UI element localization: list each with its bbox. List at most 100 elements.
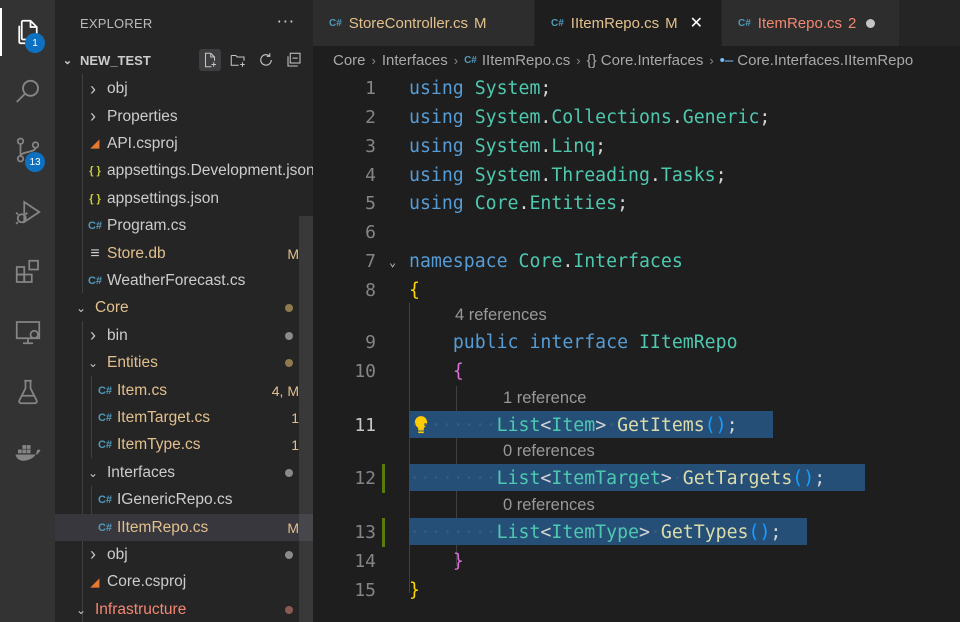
- code-text: {: [452, 361, 464, 382]
- tree-item[interactable]: ⌄ Core: [55, 295, 313, 322]
- csharp-file-icon: C#: [87, 274, 103, 287]
- chevron-down-icon: ⌄: [75, 301, 87, 316]
- code-text: using System.Linq;: [409, 136, 607, 157]
- code-text: ········List<ItemTarget>·GetTargets();: [409, 468, 826, 489]
- breadcrumb-item[interactable]: Interfaces: [382, 52, 448, 69]
- docker-button[interactable]: [0, 426, 55, 478]
- tab-label: ItemRepo.cs: [757, 14, 842, 32]
- explorer-badge: 1: [25, 33, 45, 53]
- remote-explorer-button[interactable]: [0, 306, 55, 358]
- line-number: 2: [365, 107, 376, 128]
- explorer-sidebar: EXPLORER ··· ⌄ NEW_TEST › obj › Properties ◢…: [55, 0, 313, 622]
- breadcrumb-item[interactable]: IItemRepo.cs: [482, 52, 570, 69]
- line-number: 15: [354, 580, 376, 601]
- tree-item[interactable]: C# IGenericRepo.cs: [55, 487, 313, 514]
- tree-item-label: Store.db: [107, 244, 166, 262]
- chevron-down-icon: ⌄: [62, 54, 73, 67]
- tree-item[interactable]: › Properties: [55, 103, 313, 130]
- tab-storecontroller[interactable]: C# StoreController.cs M: [313, 0, 535, 46]
- code-line: 14 }: [313, 547, 960, 576]
- tree-item[interactable]: { } appsettings.json: [55, 185, 313, 212]
- interface-icon: •–: [719, 51, 734, 69]
- tree-item[interactable]: › obj: [55, 541, 313, 568]
- tab-itemrepo[interactable]: C# ItemRepo.cs 2: [722, 0, 900, 46]
- codelens-references[interactable]: 0 references: [503, 442, 595, 461]
- code-line: 13 ········List<ItemType>·GetTypes();: [313, 518, 960, 547]
- tree-item[interactable]: C# Program.cs: [55, 213, 313, 240]
- tree-item-label: Entities: [107, 354, 158, 372]
- tree-item-label: IItemRepo.cs: [117, 518, 209, 536]
- git-status-dot: [285, 468, 293, 477]
- tree-item[interactable]: C# IItemRepo.cs M: [55, 513, 313, 542]
- fold-chevron-icon[interactable]: ⌄: [389, 255, 396, 269]
- sidebar-scrollbar[interactable]: [299, 216, 313, 622]
- chevron-down-icon: ⌄: [75, 602, 87, 617]
- tree-item-label: ItemType.cs: [117, 436, 201, 454]
- breadcrumb-item[interactable]: Core.Interfaces.IItemRepo: [737, 52, 913, 69]
- code-text: namespace Core.Interfaces: [409, 251, 683, 272]
- csharp-file-icon: C#: [97, 494, 113, 507]
- tree-item[interactable]: C# ItemTarget.cs 1: [55, 404, 313, 431]
- json-file-icon: { }: [89, 165, 101, 178]
- code-editor[interactable]: 1 using System; 2 using System.Collectio…: [313, 74, 960, 622]
- tab-status: 2: [848, 14, 857, 32]
- tree-item[interactable]: { } appsettings.Development.json: [55, 158, 313, 185]
- tree-item[interactable]: ⌄ Entities: [55, 350, 313, 377]
- csharp-file-icon: C#: [97, 439, 113, 452]
- tree-item-label: Item.cs: [117, 381, 167, 399]
- search-button[interactable]: [0, 66, 55, 118]
- csharp-icon: C#: [551, 17, 564, 29]
- code-line: 12 ········List<ItemTarget>·GetTargets()…: [313, 464, 960, 493]
- code-line: 9 public interface IItemRepo: [313, 328, 960, 357]
- tree-item-label: obj: [107, 80, 128, 98]
- tree-item[interactable]: › obj: [55, 76, 313, 103]
- codelens-references[interactable]: 1 reference: [503, 389, 586, 408]
- tab-iitemrepo[interactable]: C# IItemRepo.cs M ✕: [535, 0, 722, 46]
- unsaved-dot-icon[interactable]: [866, 18, 876, 28]
- run-debug-button[interactable]: [0, 186, 55, 238]
- close-icon[interactable]: ✕: [690, 13, 703, 33]
- tree-item[interactable]: ◢ Core.csproj: [55, 569, 313, 596]
- tree-item-label: Core: [95, 299, 129, 317]
- codelens-references[interactable]: 0 references: [503, 496, 595, 515]
- extensions-button[interactable]: [0, 246, 55, 298]
- tree-item[interactable]: C# Item.cs 4, M: [55, 377, 313, 404]
- csharp-file-icon: C#: [87, 220, 103, 233]
- tab-label: StoreController.cs: [348, 14, 469, 32]
- tree-item[interactable]: C# ItemType.cs 1: [55, 432, 313, 459]
- line-number: 9: [365, 332, 376, 353]
- chevron-down-icon: ⌄: [87, 356, 99, 371]
- search-icon: [15, 79, 39, 103]
- codelens-references[interactable]: 4 references: [455, 306, 547, 325]
- tree-item[interactable]: ◢ API.csproj: [55, 130, 313, 157]
- tree-item[interactable]: ≡ Store.db M: [55, 240, 313, 267]
- csharp-icon: C#: [464, 54, 477, 66]
- activity-bar: 1 13: [0, 0, 55, 622]
- refresh-icon: [260, 53, 272, 66]
- breadcrumb-item[interactable]: Core: [333, 52, 366, 69]
- tree-item-label: obj: [107, 545, 128, 563]
- line-number: 13: [354, 522, 376, 543]
- tree-item-label: appsettings.json: [107, 189, 220, 207]
- code-line: 10 {: [313, 357, 960, 386]
- chevron-right-icon: ›: [371, 52, 376, 68]
- code-line: 5 using Core.Entities;: [313, 189, 960, 218]
- tree-item[interactable]: › bin: [55, 322, 313, 349]
- new-folder-button[interactable]: [227, 49, 249, 71]
- code-text: }: [452, 551, 464, 572]
- tree-item[interactable]: ⌄ Interfaces: [55, 459, 313, 486]
- testing-button[interactable]: [0, 366, 55, 418]
- refresh-button[interactable]: [255, 49, 277, 71]
- workspace-section-header[interactable]: ⌄ NEW_TEST: [55, 46, 313, 74]
- chevron-right-icon: ›: [90, 78, 96, 99]
- more-actions-button[interactable]: ···: [277, 12, 295, 31]
- new-file-button[interactable]: [199, 49, 221, 71]
- line-number: 3: [365, 136, 376, 157]
- tree-item[interactable]: ⌄ Infrastructure: [55, 596, 313, 622]
- chevron-right-icon: ›: [90, 544, 96, 565]
- collapse-all-button[interactable]: [283, 49, 305, 71]
- code-text: ········List<Item>·GetItems();: [409, 415, 738, 436]
- breadcrumb-item[interactable]: {} Core.Interfaces: [587, 52, 704, 69]
- extensions-icon: [15, 259, 39, 283]
- tree-item[interactable]: C# WeatherForecast.cs: [55, 267, 313, 294]
